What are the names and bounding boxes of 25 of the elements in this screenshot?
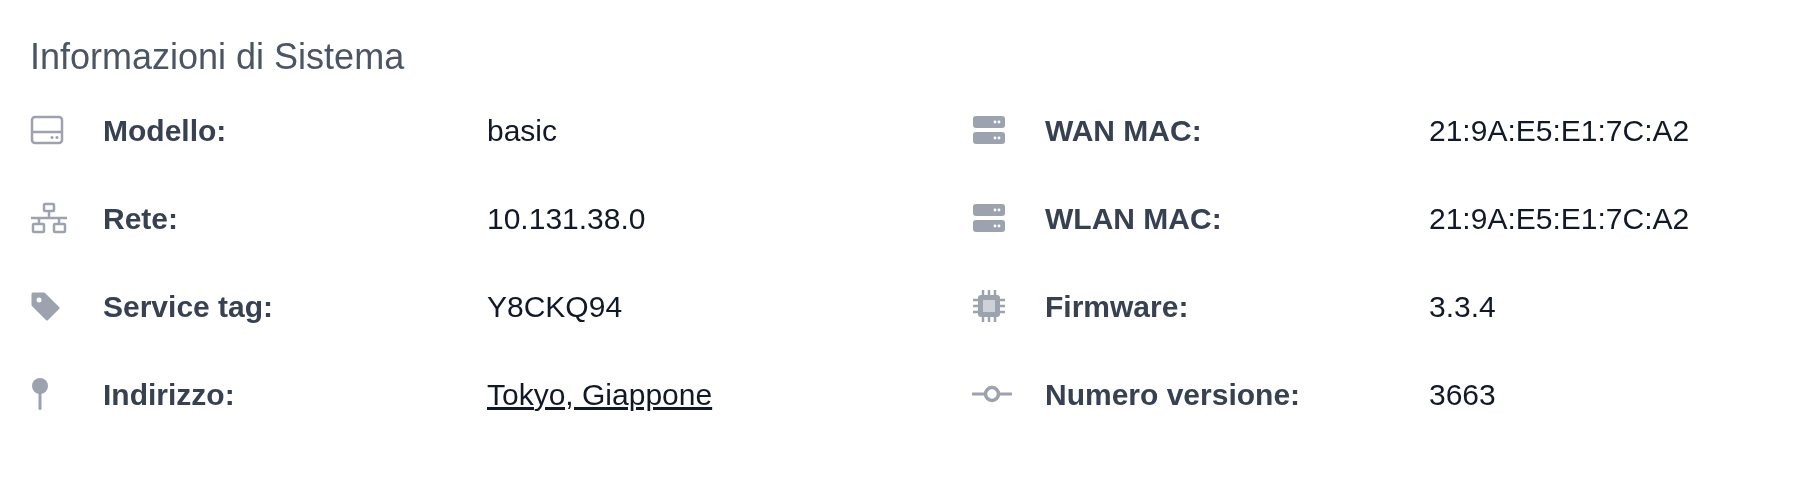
field-value: Y8CKQ94 xyxy=(487,288,623,325)
server-icon xyxy=(972,115,1006,145)
field-value: 3.3.4 xyxy=(1429,288,1496,325)
field-label: Firmware: xyxy=(1045,288,1190,325)
tag-icon xyxy=(30,291,60,321)
field-label: Service tag: xyxy=(103,288,275,325)
field-value: 21:9A:E5:E1:7C:A2 xyxy=(1429,200,1690,237)
server-icon xyxy=(972,203,1006,233)
chip-icon xyxy=(972,289,1006,323)
field-value: 21:9A:E5:E1:7C:A2 xyxy=(1429,112,1690,149)
field-value: 10.131.38.0 xyxy=(487,200,646,237)
field-label: WLAN MAC: xyxy=(1045,200,1223,237)
address-link[interactable]: Tokyo, Giappone xyxy=(487,371,713,417)
field-value: basic xyxy=(487,112,558,149)
pin-icon xyxy=(30,377,50,411)
field-label: Rete: xyxy=(103,200,179,237)
field-label: WAN MAC: xyxy=(1045,112,1203,149)
field-label: Indirizzo: xyxy=(103,376,236,413)
field-label: Modello: xyxy=(103,112,228,149)
section-title: Informazioni di Sistema xyxy=(30,35,406,79)
network-icon xyxy=(30,202,68,234)
commit-icon xyxy=(972,384,1012,404)
field-value: 3663 xyxy=(1429,376,1496,413)
hard-drive-icon xyxy=(30,115,64,145)
field-label: Numero versione: xyxy=(1045,376,1302,413)
